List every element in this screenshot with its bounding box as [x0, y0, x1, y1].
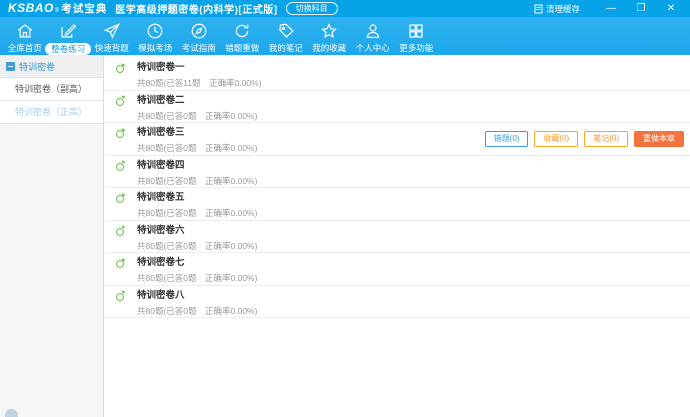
nav-item-my-notes[interactable]: 我的笔记	[264, 21, 308, 53]
user-icon	[366, 24, 380, 38]
nav-item-my-favorites[interactable]: 我的收藏	[308, 21, 352, 53]
switch-subject-button[interactable]: 切换科目	[285, 1, 338, 16]
progress-ring-icon	[116, 65, 124, 73]
progress-ring-icon	[116, 97, 124, 106]
floating-helper-icon[interactable]	[5, 409, 18, 417]
notes-button[interactable]: 笔记(0)	[584, 130, 628, 147]
clock-icon	[147, 23, 163, 39]
nav-label: 全库首页	[7, 43, 42, 53]
clear-cache-button[interactable]: 清理缓存	[534, 3, 580, 15]
paper-stats: 共80题(已答0题 正确率0.00%)	[137, 175, 258, 186]
paper-title: 特训密卷六	[137, 224, 185, 236]
nav-label: 我的笔记	[268, 43, 303, 53]
logo-text: KSBAO	[8, 1, 54, 15]
paper-title: 特训密卷二	[137, 94, 185, 106]
home-icon	[17, 24, 32, 38]
nav-item-more-functions[interactable]: 更多功能	[395, 21, 439, 53]
progress-ring-icon	[116, 292, 124, 301]
paper-stats: 共80题(已答0题 正确率0.00%)	[137, 273, 258, 284]
paper-row-4[interactable]: 特训密卷四 共80题(已答0题 正确率0.00%)	[105, 156, 690, 188]
progress-ring-icon	[116, 227, 124, 236]
redo-icon	[236, 24, 249, 38]
paper-stats: 共80题(已答0题 正确率0.00%)	[137, 110, 258, 121]
star-icon	[321, 23, 337, 39]
main-nav: 全库首页 整卷练习 快速背题 模拟考场 考试指南 错题重做 我的笔记 我的收藏 …	[0, 17, 690, 56]
nav-item-whole-paper-practice[interactable]: 整卷练习	[45, 21, 92, 56]
paper-stats: 共80题(已答0题 正确率0.00%)	[137, 305, 258, 316]
nav-label: 错题重做	[225, 43, 260, 53]
nav-label: 更多功能	[399, 43, 434, 53]
progress-ring-icon	[116, 162, 124, 171]
nav-item-mock-exam[interactable]: 模拟考场	[134, 21, 178, 53]
redo-chapter-button[interactable]: 重做本章	[634, 130, 684, 147]
nav-label: 我的收藏	[312, 43, 347, 53]
paper-row-8[interactable]: 特训密卷八 共80题(已答0题 正确率0.00%)	[105, 286, 690, 318]
nav-item-exam-guide[interactable]: 考试指南	[177, 21, 221, 53]
sidebar-item-fugao[interactable]: 特训密卷（副高）	[0, 78, 103, 101]
paper-title: 特训密卷四	[137, 159, 185, 171]
nav-item-quick-review[interactable]: 快速背题	[90, 21, 134, 53]
nav-label: 整卷练习	[45, 43, 92, 56]
progress-ring-icon	[116, 195, 124, 203]
close-button[interactable]: ✕	[658, 0, 684, 17]
paper-row-3[interactable]: 特训密卷三 共80题(已答0题 正确率0.00%) 错题(0) 收藏(0) 笔记…	[105, 123, 690, 156]
nav-item-redo-wrong[interactable]: 错题重做	[221, 21, 265, 53]
edit-icon	[61, 24, 77, 38]
progress-ring-icon	[116, 130, 124, 138]
nav-item-user-center[interactable]: 个人中心	[351, 21, 395, 53]
paper-row-6[interactable]: 特训密卷六 共80题(已答0题 正确率0.00%)	[105, 221, 690, 253]
paper-row-5[interactable]: 特训密卷五 共80题(已答0题 正确率0.00%)	[105, 188, 690, 221]
maximize-button[interactable]: ❐	[628, 0, 654, 17]
titlebar: KSBAO ® 考试宝典 医学高级押题密卷(内科学)[正式版] 切换科目 清理缓…	[0, 0, 690, 17]
wrong-questions-button[interactable]: 错题(0)	[484, 130, 529, 147]
paper-stats: 共80题(已答11题 正确率0.00%)	[137, 78, 262, 89]
app-logo: KSBAO ® 考试宝典	[8, 1, 115, 16]
nav-label: 模拟考场	[138, 43, 173, 53]
grid-icon	[409, 24, 423, 38]
nav-label: 考试指南	[181, 43, 216, 53]
paper-title: 特训密卷八	[137, 289, 185, 301]
minimize-button[interactable]: —	[598, 0, 624, 17]
nav-item-home[interactable]: 全库首页	[3, 21, 47, 53]
tag-icon	[279, 23, 294, 38]
paper-row-7[interactable]: 特训密卷七 共80题(已答0题 正确率0.00%)	[105, 253, 690, 286]
row-action-bar: 错题(0) 收藏(0) 笔记(0) 重做本章	[484, 130, 684, 147]
sidebar-item-zhenggao[interactable]: 特训密卷（正高）	[0, 101, 103, 124]
collapse-icon[interactable]	[6, 61, 15, 71]
nav-label: 快速背题	[94, 43, 129, 53]
plane-icon	[103, 23, 120, 39]
progress-ring-icon	[116, 260, 124, 268]
clear-cache-icon	[534, 4, 543, 13]
paper-row-1[interactable]: 特训密卷一 共80题(已答11题 正确率0.00%)	[105, 58, 690, 91]
paper-stats: 共80题(已答0题 正确率0.00%)	[137, 240, 258, 251]
favorites-button[interactable]: 收藏(0)	[534, 130, 579, 147]
nav-label: 个人中心	[355, 43, 390, 53]
paper-list: 特训密卷一 共80题(已答11题 正确率0.00%) 特训密卷二 共80题(已答…	[105, 55, 690, 417]
sidebar-root-label: 特训密卷	[19, 61, 56, 72]
window-title: 医学高级押题密卷(内科学)[正式版]	[115, 5, 278, 16]
paper-title: 特训密卷一	[137, 62, 185, 73]
logo-cn-text: 考试宝典	[61, 3, 108, 15]
paper-title: 特训密卷七	[137, 257, 185, 268]
registered-mark: ®	[54, 8, 60, 14]
paper-stats: 共80题(已答0题 正确率0.00%)	[137, 208, 258, 219]
sidebar-root-node[interactable]: 特训密卷	[0, 55, 103, 78]
sidebar: 特训密卷 特训密卷（副高） 特训密卷（正高）	[0, 55, 104, 417]
paper-row-2[interactable]: 特训密卷二 共80题(已答0题 正确率0.00%)	[105, 91, 690, 123]
compass-icon	[191, 23, 207, 39]
clear-cache-label: 清理缓存	[545, 3, 580, 14]
paper-title: 特训密卷五	[137, 192, 185, 203]
